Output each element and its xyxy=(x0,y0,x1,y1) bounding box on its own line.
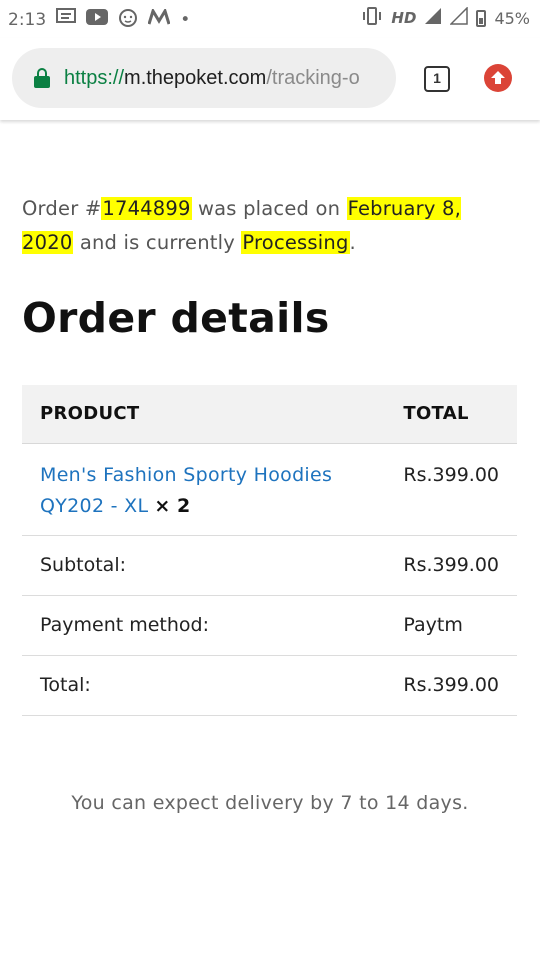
status-bar: 2:13 • HD 45% xyxy=(0,0,540,38)
payment-method-label: Payment method: xyxy=(22,595,386,656)
table-header-row: PRODUCT TOTAL xyxy=(22,385,517,444)
signal-empty-icon xyxy=(449,6,469,29)
myntra-icon xyxy=(147,7,171,30)
product-row: Men's Fashion Sporty Hoodies QY202 - XL … xyxy=(22,443,517,536)
baby-app-icon xyxy=(118,7,138,32)
total-column-header: TOTAL xyxy=(385,385,517,444)
battery-icon xyxy=(476,9,487,27)
total-label: Total: xyxy=(22,655,386,716)
payment-method-value: Paytm xyxy=(385,595,517,656)
url-text[interactable]: https://m.thepoket.com/tracking-o xyxy=(64,67,360,90)
order-status-message: Order #1744899 was placed on February 8,… xyxy=(22,197,462,254)
total-value: Rs.399.00 xyxy=(385,655,517,716)
tab-switcher-button[interactable]: 1 xyxy=(424,66,450,92)
address-bar[interactable]: https://m.thepoket.com/tracking-o xyxy=(12,48,396,108)
battery-level: 45% xyxy=(494,8,530,28)
network-type: HD xyxy=(391,9,417,27)
vibrate-icon xyxy=(361,7,383,29)
order-details-heading: Order details xyxy=(22,294,330,342)
browser-toolbar: https://m.thepoket.com/tracking-o 1 xyxy=(0,38,540,120)
delivery-note: You can expect delivery by 7 to 14 days. xyxy=(71,792,469,814)
order-details-table: PRODUCT TOTAL Men's Fashion Sporty Hoodi… xyxy=(22,385,517,716)
product-column-header: PRODUCT xyxy=(22,385,386,444)
secure-lock-icon[interactable] xyxy=(34,68,50,88)
status-time: 2:13 xyxy=(8,9,47,30)
subtotal-value: Rs.399.00 xyxy=(385,535,517,596)
update-chrome-icon[interactable] xyxy=(484,64,512,92)
product-total: Rs.399.00 xyxy=(385,443,517,536)
table-row: Payment method: Paytm xyxy=(22,595,517,656)
order-number: 1744899 xyxy=(101,197,192,220)
product-cell: Men's Fashion Sporty Hoodies QY202 - XL … xyxy=(22,443,386,536)
product-quantity: × 2 xyxy=(154,494,191,517)
order-status: Processing xyxy=(241,231,350,254)
table-row: Total: Rs.399.00 xyxy=(22,655,517,716)
signal-icon xyxy=(424,7,442,29)
message-icon xyxy=(56,8,77,31)
subtotal-label: Subtotal: xyxy=(22,535,386,596)
table-row: Subtotal: Rs.399.00 xyxy=(22,535,517,596)
youtube-icon xyxy=(86,9,109,30)
more-notifications-dot-icon: • xyxy=(180,9,191,30)
